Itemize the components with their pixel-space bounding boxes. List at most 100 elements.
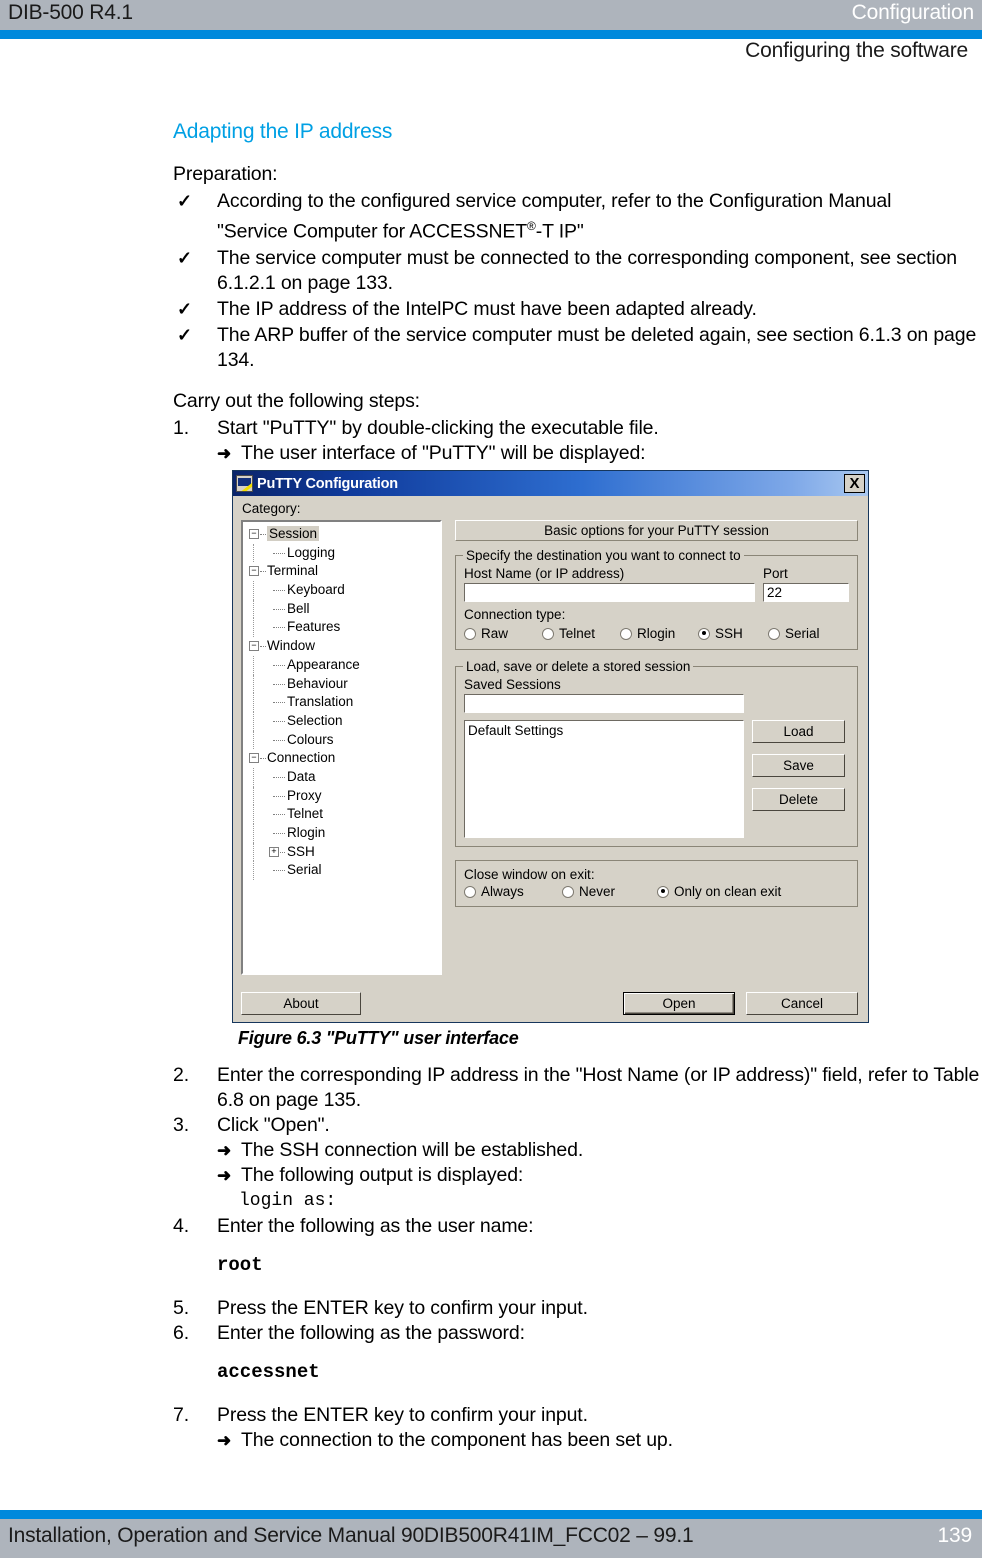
radio-icon bbox=[464, 627, 476, 640]
tree-item-proxy[interactable]: Proxy bbox=[247, 786, 440, 806]
checkmark-icon: ✓ bbox=[177, 324, 192, 345]
step-2-text: Enter the corresponding IP address in th… bbox=[217, 1064, 980, 1111]
save-button[interactable]: Save bbox=[752, 754, 845, 777]
step-1-result-text: The user interface of "PuTTY" will be di… bbox=[241, 441, 646, 464]
about-button[interactable]: About bbox=[241, 992, 361, 1015]
tree-item-label: Connection bbox=[267, 750, 336, 766]
checkmark-icon: ✓ bbox=[177, 247, 192, 268]
collapse-icon[interactable]: − bbox=[249, 566, 259, 577]
tree-item-logging[interactable]: Logging bbox=[247, 543, 440, 563]
step-4: 4. Enter the following as the user name: bbox=[173, 1214, 982, 1239]
radio-serial[interactable]: Serial bbox=[768, 626, 820, 641]
radio-icon bbox=[464, 885, 476, 898]
prerequisite-item: ✓ The IP address of the IntelPC must hav… bbox=[173, 297, 982, 322]
page-content-continued: 2. Enter the corresponding IP address in… bbox=[173, 1063, 982, 1453]
saved-sessions-input[interactable] bbox=[464, 694, 744, 713]
tree-item-telnet[interactable]: Telnet bbox=[247, 805, 440, 824]
step-3-number: 3. bbox=[173, 1114, 189, 1136]
cancel-button[interactable]: Cancel bbox=[746, 992, 858, 1015]
prerequisite-text: The ARP buffer of the service computer m… bbox=[217, 323, 977, 371]
collapse-icon[interactable]: − bbox=[249, 529, 259, 539]
figure-caption: Figure 6.3 "PuTTY" user interface bbox=[238, 1028, 519, 1048]
registered-mark: ® bbox=[527, 219, 536, 233]
tree-item-label: Appearance bbox=[287, 656, 360, 672]
radio-label: Raw bbox=[481, 626, 509, 641]
collapse-icon[interactable]: − bbox=[249, 753, 259, 764]
tree-item-label: Rlogin bbox=[287, 825, 326, 840]
delete-button[interactable]: Delete bbox=[752, 788, 845, 811]
step-7-text: Press the ENTER key to confirm your inpu… bbox=[217, 1404, 588, 1426]
prerequisite-text-line1: According to the configured service comp… bbox=[217, 190, 892, 212]
step-6-text: Enter the following as the password: bbox=[217, 1322, 525, 1344]
radio-label: Only on clean exit bbox=[674, 884, 782, 899]
port-label: Port bbox=[763, 566, 788, 581]
list-item[interactable]: Default Settings bbox=[468, 723, 740, 738]
tree-item-appearance[interactable]: Appearance bbox=[247, 655, 440, 675]
tree-item-serial[interactable]: Serial bbox=[247, 861, 440, 881]
saved-sessions-list[interactable]: Default Settings bbox=[464, 720, 744, 838]
tree-item-bell[interactable]: Bell bbox=[247, 599, 440, 619]
host-name-label: Host Name (or IP address) bbox=[464, 566, 625, 581]
step-3: 3. Click "Open". bbox=[173, 1113, 982, 1138]
step-7-result: ➜ The connection to the component has be… bbox=[173, 1428, 982, 1453]
open-button[interactable]: Open bbox=[623, 992, 735, 1015]
tree-item-selection[interactable]: Selection bbox=[247, 711, 440, 731]
radio-raw[interactable]: Raw bbox=[464, 626, 542, 641]
tree-item-colours[interactable]: Colours bbox=[247, 730, 440, 750]
radio-rlogin[interactable]: Rlogin bbox=[620, 626, 698, 641]
putty-title-bar[interactable]: PuTTY Configuration X bbox=[233, 471, 868, 496]
step-3-output: login as: bbox=[239, 1191, 337, 1211]
session-action-buttons: Load Save Delete bbox=[752, 720, 845, 838]
tree-item-label: Session bbox=[267, 526, 320, 541]
step-3-result-1-text: The SSH connection will be established. bbox=[241, 1139, 584, 1161]
close-on-exit-group: Close window on exit: Always Never Only … bbox=[455, 860, 858, 907]
step-3-result-2-text: The following output is displayed: bbox=[241, 1164, 524, 1186]
page-footer: Installation, Operation and Service Manu… bbox=[0, 1519, 982, 1558]
tree-item-behaviour[interactable]: Behaviour bbox=[247, 674, 440, 694]
tree-item-session[interactable]: − Session bbox=[247, 525, 440, 544]
prerequisite-list: ✓ According to the configured service co… bbox=[173, 189, 982, 373]
tree-item-keyboard[interactable]: Keyboard bbox=[247, 581, 440, 600]
connection-type-radio-group[interactable]: Raw Telnet Rlogin SSH Serial bbox=[464, 626, 849, 641]
putty-configuration-dialog[interactable]: PuTTY Configuration X Category: − Session… bbox=[232, 470, 869, 1023]
tree-item-data[interactable]: Data bbox=[247, 767, 440, 787]
radio-ssh[interactable]: SSH bbox=[698, 626, 768, 641]
radio-telnet[interactable]: Telnet bbox=[542, 626, 620, 641]
checkmark-icon: ✓ bbox=[177, 191, 192, 211]
step-1-number: 1. bbox=[173, 416, 189, 439]
tree-item-translation[interactable]: Translation bbox=[247, 693, 440, 712]
connection-type-label: Connection type: bbox=[464, 607, 566, 622]
step-3-result-1: ➜ The SSH connection will be established… bbox=[173, 1138, 982, 1163]
radio-only-on-clean-exit[interactable]: Only on clean exit bbox=[657, 884, 781, 899]
port-input[interactable]: 22 bbox=[763, 583, 849, 602]
page-header: DIB-500 R4.1 Configuration bbox=[0, 0, 982, 30]
host-name-input[interactable] bbox=[464, 583, 755, 602]
prerequisite-text-line2-post: -T IP" bbox=[535, 220, 584, 243]
page-content: Adapting the IP address Preparation: ✓ A… bbox=[173, 110, 982, 466]
tree-item-label: Logging bbox=[287, 544, 336, 560]
radio-always[interactable]: Always bbox=[464, 884, 562, 899]
expand-icon[interactable]: + bbox=[269, 846, 279, 857]
prerequisite-text: The service computer must be connected t… bbox=[217, 246, 957, 294]
putty-app-icon bbox=[236, 475, 253, 492]
collapse-icon[interactable]: − bbox=[249, 641, 259, 652]
step-1: 1. Start "PuTTY" by double-clicking the … bbox=[173, 416, 982, 441]
step-2: 2. Enter the corresponding IP address in… bbox=[173, 1063, 982, 1113]
destination-group: Specify the destination you want to conn… bbox=[455, 548, 858, 650]
footer-accent-rule bbox=[0, 1510, 982, 1519]
tree-item-rlogin[interactable]: Rlogin bbox=[247, 824, 440, 843]
close-icon[interactable]: X bbox=[844, 474, 865, 493]
tree-item-features[interactable]: Features bbox=[247, 618, 440, 638]
tree-item-connection[interactable]: − Connection bbox=[247, 749, 440, 768]
category-tree[interactable]: − Session Logging − Terminal Keyboard Bell… bbox=[241, 520, 442, 975]
radio-never[interactable]: Never bbox=[562, 884, 657, 899]
tree-item-window[interactable]: − Window bbox=[247, 637, 440, 656]
load-button[interactable]: Load bbox=[752, 720, 845, 743]
tree-item-label: Bell bbox=[287, 600, 310, 616]
tree-item-terminal[interactable]: − Terminal bbox=[247, 562, 440, 581]
tree-item-label: Keyboard bbox=[287, 582, 345, 598]
close-on-exit-radio-group[interactable]: Always Never Only on clean exit bbox=[464, 884, 849, 899]
step-5: 5. Press the ENTER key to confirm your i… bbox=[173, 1296, 982, 1321]
tree-item-ssh[interactable]: + SSH bbox=[247, 842, 440, 862]
radio-label: Never bbox=[579, 884, 616, 899]
